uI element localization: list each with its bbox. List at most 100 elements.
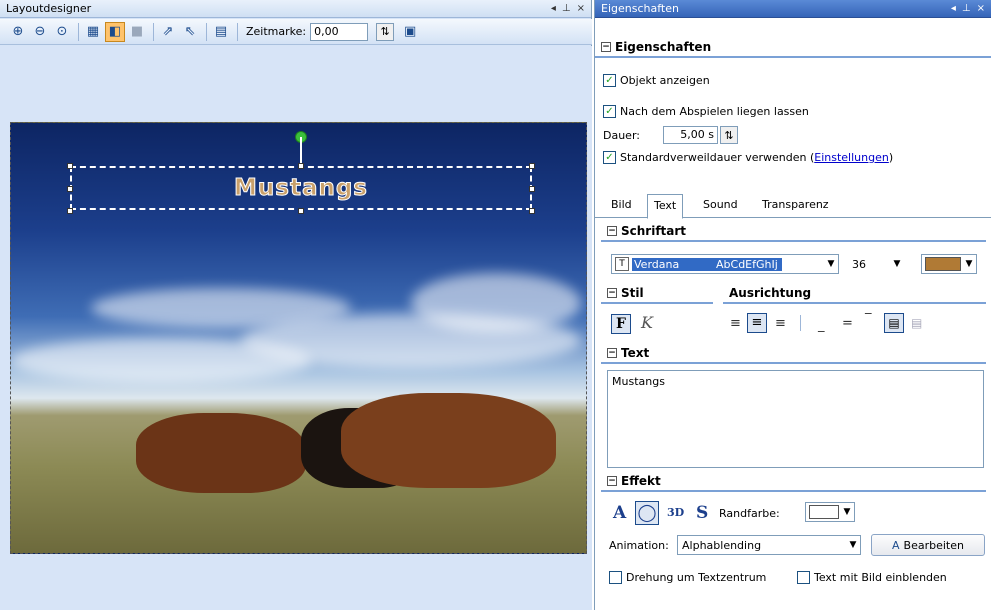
eigenschaften-titlebar: Eigenschaften ◂ ⊥ ×: [595, 0, 991, 18]
bearbeiten-label: Bearbeiten: [903, 538, 964, 552]
align-center-icon[interactable]: ≡: [747, 313, 767, 333]
resize-handle[interactable]: [529, 163, 535, 169]
tab-transparenz[interactable]: Transparenz: [762, 198, 829, 211]
font-color-picker[interactable]: ▼: [921, 254, 977, 274]
drehung-row[interactable]: Drehung um Textzentrum: [609, 571, 766, 584]
text-object[interactable]: Mustangs: [70, 166, 532, 210]
tab-bild[interactable]: Bild: [611, 198, 632, 211]
collapse-icon[interactable]: −: [601, 42, 611, 52]
valign-middle-icon[interactable]: =: [842, 316, 853, 331]
chevron-down-icon[interactable]: ▼: [962, 259, 976, 269]
dauer-input[interactable]: 5,00 s: [663, 126, 718, 144]
zoom-in-icon[interactable]: ⊕: [8, 22, 28, 42]
section-stil-header[interactable]: − Stil: [601, 284, 713, 304]
text-mit-bild-label: Text mit Bild einblenden: [814, 571, 947, 584]
objekt-anzeigen-row[interactable]: ✓ Objekt anzeigen: [603, 74, 710, 87]
effect-shadow-button[interactable]: S: [696, 503, 708, 523]
section-schriftart-header[interactable]: − Schriftart: [601, 222, 986, 242]
pin-icon[interactable]: ⊥: [562, 3, 571, 14]
standardverweildauer-checkbox[interactable]: ✓: [603, 151, 616, 164]
pin-icon[interactable]: ⊥: [962, 3, 971, 14]
zoom-fit-icon[interactable]: ⊙: [52, 22, 72, 42]
resize-handle[interactable]: [529, 186, 535, 192]
font-family-select[interactable]: T Verdana AbCdEfGhIj ▼: [611, 254, 839, 274]
camera-icon[interactable]: ■: [127, 22, 147, 42]
section-stil-title: Stil: [621, 286, 644, 300]
text-mit-bild-row[interactable]: Text mit Bild einblenden: [797, 571, 947, 584]
font-size-select[interactable]: 36 ▼: [847, 254, 905, 274]
nach-abspielen-label: Nach dem Abspielen liegen lassen: [620, 105, 809, 118]
snap-icon[interactable]: ◧: [105, 21, 125, 42]
chevron-down-icon[interactable]: ▼: [846, 540, 860, 550]
text-input[interactable]: Mustangs: [607, 370, 984, 468]
close-icon[interactable]: ×: [977, 3, 985, 14]
grid-icon[interactable]: ▦: [83, 22, 103, 42]
collapse-icon[interactable]: −: [607, 476, 617, 486]
chevron-down-icon[interactable]: ▼: [840, 507, 854, 517]
resize-handle[interactable]: [529, 208, 535, 214]
resize-handle[interactable]: [67, 163, 73, 169]
tab-text[interactable]: Text: [647, 194, 684, 219]
chevron-down-icon[interactable]: ▼: [890, 259, 904, 269]
eigenschaften-panel: Eigenschaften ◂ ⊥ × − Eigenschaften ✓ Ob…: [594, 0, 991, 610]
section-effekt-header[interactable]: − Effekt: [601, 472, 986, 492]
section-text-title: Text: [621, 346, 650, 360]
nach-abspielen-row[interactable]: ✓ Nach dem Abspielen liegen lassen: [603, 105, 809, 118]
toolbar-divider: [237, 22, 238, 41]
text-mit-bild-checkbox[interactable]: [797, 571, 810, 584]
bearbeiten-button[interactable]: A Bearbeiten: [871, 534, 985, 556]
align-right-icon[interactable]: ≡: [775, 316, 786, 331]
layout-toolbar: ⊕ ⊖ ⊙ ▦ ◧ ■ ⇗ ⇖ ▤ Zeitmarke: 0,00 ⇅ ▣: [0, 19, 592, 45]
preview-canvas[interactable]: Mustangs: [10, 122, 587, 554]
resize-handle[interactable]: [67, 208, 73, 214]
panel-menu-icon[interactable]: ◂: [551, 3, 556, 14]
drehung-checkbox[interactable]: [609, 571, 622, 584]
resize-handle[interactable]: [298, 208, 304, 214]
align-left-icon[interactable]: ≡: [730, 316, 741, 331]
valign-bottom-icon[interactable]: _: [818, 318, 825, 333]
horse-shape: [341, 393, 556, 488]
standardverweildauer-row[interactable]: ✓ Standardverweildauer verwenden ( Einst…: [603, 151, 893, 164]
resize-handle[interactable]: [298, 163, 304, 169]
italic-button[interactable]: K: [637, 314, 657, 334]
dauer-spinner-icon[interactable]: ⇅: [720, 126, 738, 144]
valign-fill-icon[interactable]: ▤: [884, 313, 904, 333]
bold-button[interactable]: F: [611, 314, 631, 334]
collapse-icon[interactable]: −: [607, 288, 617, 298]
objekt-anzeigen-checkbox[interactable]: ✓: [603, 74, 616, 87]
move-back-icon[interactable]: ⇖: [180, 22, 200, 42]
align-icon[interactable]: ▤: [211, 22, 231, 42]
einstellungen-link[interactable]: Einstellungen: [814, 151, 889, 164]
tab-sound[interactable]: Sound: [703, 198, 738, 211]
zeitmarke-input[interactable]: 0,00: [310, 22, 369, 41]
toolbar-divider: [153, 22, 154, 41]
nach-abspielen-checkbox[interactable]: ✓: [603, 105, 616, 118]
property-tabs: Bild Text Sound Transparenz: [595, 192, 991, 219]
font-size-value: 36: [852, 257, 866, 271]
move-forward-icon[interactable]: ⇗: [158, 22, 178, 42]
resize-handle[interactable]: [67, 186, 73, 192]
randfarbe-picker[interactable]: ▼: [805, 502, 855, 522]
valign-top-icon[interactable]: ‾: [865, 312, 872, 327]
collapse-icon[interactable]: −: [607, 348, 617, 358]
section-eigenschaften-header[interactable]: − Eigenschaften: [595, 38, 991, 58]
valign-auto-icon[interactable]: ▤: [911, 316, 922, 330]
font-family-value: Verdana: [632, 257, 712, 271]
save-icon[interactable]: ▣: [400, 22, 420, 42]
section-text-header[interactable]: − Text: [601, 344, 986, 364]
effect-3d-button[interactable]: 3D: [667, 506, 684, 519]
zeitmarke-spinner-icon[interactable]: ⇅: [376, 22, 395, 41]
effect-outline-button[interactable]: ◯: [635, 501, 659, 525]
zoom-out-icon[interactable]: ⊖: [30, 22, 50, 42]
drehung-label: Drehung um Textzentrum: [626, 571, 767, 584]
panel-menu-icon[interactable]: ◂: [951, 3, 956, 14]
zeitmarke-label: Zeitmarke:: [246, 25, 307, 38]
effect-plain-button[interactable]: A: [613, 503, 626, 523]
standardverweildauer-label: Standardverweildauer verwenden (: [620, 151, 815, 164]
text-object-label: Mustangs: [234, 175, 368, 202]
chevron-down-icon[interactable]: ▼: [824, 259, 838, 269]
animation-select[interactable]: Alphablending ▼: [677, 535, 861, 555]
collapse-icon[interactable]: −: [607, 226, 617, 236]
animation-label: Animation:: [609, 539, 669, 552]
close-icon[interactable]: ×: [577, 3, 585, 14]
